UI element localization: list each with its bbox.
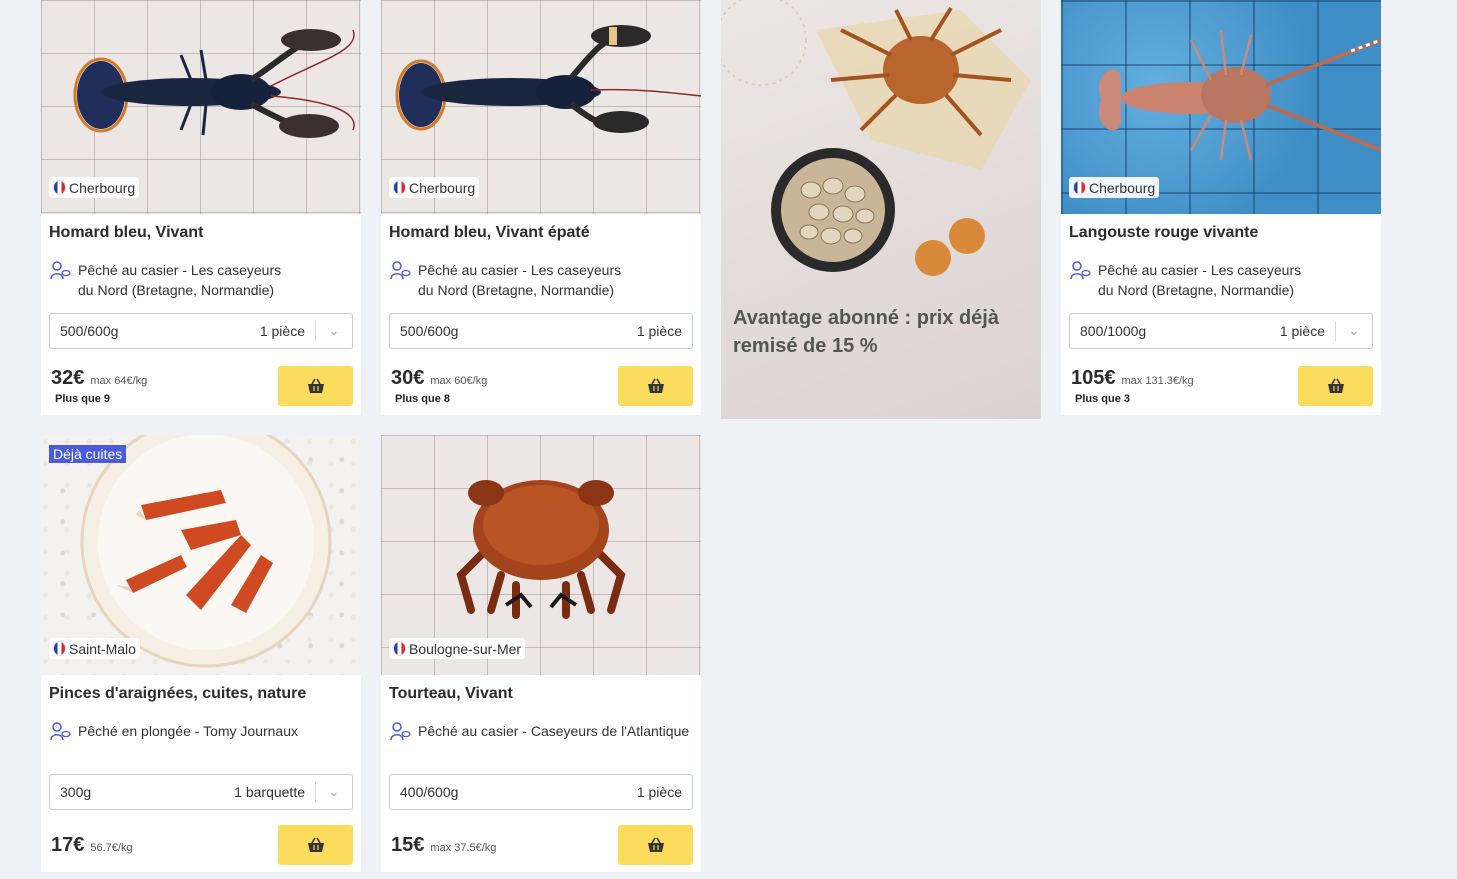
product-card[interactable]: Cherbourg Homard bleu, Vivant Pêché au c… — [41, 0, 361, 415]
france-flag-icon — [53, 641, 66, 656]
chevron-down-icon[interactable]: ⌄ — [315, 321, 352, 341]
quantity-label: 1 pièce — [1279, 323, 1325, 339]
price: 30€ — [391, 367, 425, 389]
quantity-label: 1 pièce — [259, 323, 305, 339]
origin-label: Cherbourg — [1089, 179, 1156, 196]
product-card[interactable]: Déjà cuites Saint-Malo Pinces d'araignée… — [41, 435, 361, 872]
origin-tag: Cherbourg — [49, 177, 140, 198]
fisherman-icon — [50, 722, 71, 741]
basket-icon — [307, 837, 324, 852]
catch-line: Pêché en plongée - Tomy Journaux — [78, 723, 298, 739]
product-title[interactable]: Homard bleu, Vivant épaté — [381, 224, 701, 246]
stock-label: Plus que 9 — [55, 393, 111, 405]
origin-label: Boulogne-sur-Mer — [409, 640, 522, 657]
origin-label: Cherbourg — [69, 179, 136, 196]
size-quantity-select[interactable]: 800/1000g 1 pièce ⌄ — [1069, 313, 1373, 349]
price-per-kg: max 64€/kg — [90, 375, 148, 387]
size-label: 300g — [60, 784, 92, 800]
catch-method: Pêché au casier - Les caseyeurs du Nord … — [1061, 260, 1381, 302]
size-label: 500/600g — [400, 323, 459, 339]
fisherman-icon — [390, 261, 411, 280]
cooked-badge: Déjà cuites — [49, 445, 127, 463]
quantity-label: 1 pièce — [636, 784, 682, 800]
product-card[interactable]: Boulogne-sur-Mer Tourteau, Vivant Pêché … — [381, 435, 701, 872]
product-title[interactable]: Pinces d'araignées, cuites, nature — [41, 685, 361, 707]
chevron-down-icon[interactable]: ⌄ — [315, 782, 352, 802]
origin-tag: Cherbourg — [389, 177, 480, 198]
size-label: 500/600g — [60, 323, 119, 339]
price: 105€ — [1071, 367, 1116, 389]
fisherman-icon — [390, 722, 411, 741]
size-quantity-select[interactable]: 500/600g 1 pièce — [389, 313, 693, 349]
catch-line: Pêché au casier - Les caseyeurs — [78, 262, 282, 278]
size-label: 400/600g — [400, 784, 459, 800]
product-title[interactable]: Tourteau, Vivant — [381, 685, 701, 707]
product-image[interactable]: Cherbourg — [41, 0, 361, 214]
catch-method: Pêché au casier - Les caseyeurs du Nord … — [381, 260, 701, 302]
fisherman-icon — [1070, 261, 1091, 280]
product-card[interactable]: Cherbourg Langouste rouge vivante Pêché … — [1061, 0, 1381, 415]
add-to-cart-button[interactable] — [1298, 366, 1373, 406]
subscriber-promo-banner[interactable]: Avantage abonné : prix déjà remisé de 15… — [721, 0, 1041, 419]
catch-method: Pêché au casier - Caseyeurs de l'Atlanti… — [381, 721, 701, 763]
catch-method: Pêché en plongée - Tomy Journaux — [41, 721, 361, 763]
add-to-cart-button[interactable] — [278, 825, 353, 865]
france-flag-icon — [393, 641, 406, 656]
basket-icon — [1327, 378, 1344, 393]
price: 17€ — [51, 834, 85, 856]
origin-tag: Boulogne-sur-Mer — [389, 638, 526, 659]
catch-line: Pêché au casier - Les caseyeurs — [1098, 262, 1302, 278]
add-to-cart-button[interactable] — [278, 366, 353, 406]
origin-tag: Cherbourg — [1069, 177, 1160, 198]
catch-line: Pêché au casier - Caseyeurs de l'Atlanti… — [418, 723, 690, 739]
fisherman-icon — [50, 261, 71, 280]
product-image[interactable]: Cherbourg — [1061, 0, 1381, 214]
quantity-label: 1 pièce — [636, 323, 682, 339]
size-label: 800/1000g — [1080, 323, 1147, 339]
add-to-cart-button[interactable] — [618, 366, 693, 406]
product-card[interactable]: Cherbourg Homard bleu, Vivant épaté Pêch… — [381, 0, 701, 415]
price: 32€ — [51, 367, 85, 389]
basket-icon — [307, 378, 324, 393]
product-image[interactable]: Déjà cuites Saint-Malo — [41, 435, 361, 675]
quantity-label: 1 barquette — [234, 784, 305, 800]
stock-label: Plus que 8 — [395, 393, 451, 405]
catch-line: du Nord (Bretagne, Normandie) — [418, 282, 615, 298]
price-per-kg: max 131.3€/kg — [1121, 375, 1194, 387]
catch-line: du Nord (Bretagne, Normandie) — [78, 282, 275, 298]
product-image[interactable]: Cherbourg — [381, 0, 701, 214]
size-quantity-select[interactable]: 300g 1 barquette ⌄ — [49, 774, 353, 810]
chevron-down-icon[interactable]: ⌄ — [1335, 321, 1372, 341]
price-per-kg: max 60€/kg — [430, 375, 488, 387]
stock-label: Plus que 3 — [1075, 393, 1131, 405]
product-title[interactable]: Langouste rouge vivante — [1061, 224, 1381, 246]
france-flag-icon — [1073, 180, 1086, 195]
promo-line: Avantage abonné : prix déjà — [733, 307, 999, 329]
catch-line: du Nord (Bretagne, Normandie) — [1098, 282, 1295, 298]
origin-label: Cherbourg — [409, 179, 476, 196]
promo-text: Avantage abonné : prix déjà remisé de 15… — [733, 304, 999, 360]
basket-icon — [647, 837, 664, 852]
catch-line: Pêché au casier - Les caseyeurs — [418, 262, 622, 278]
origin-label: Saint-Malo — [69, 640, 136, 657]
add-to-cart-button[interactable] — [618, 825, 693, 865]
product-title[interactable]: Homard bleu, Vivant — [41, 224, 361, 246]
price: 15€ — [391, 834, 425, 856]
promo-line: remisé de 15 % — [733, 335, 878, 357]
basket-icon — [647, 378, 664, 393]
size-quantity-select[interactable]: 500/600g 1 pièce ⌄ — [49, 313, 353, 349]
price-per-kg: 56.7€/kg — [90, 842, 133, 854]
france-flag-icon — [393, 180, 406, 195]
france-flag-icon — [53, 180, 66, 195]
origin-tag: Saint-Malo — [49, 638, 140, 659]
price-per-kg: max 37.5€/kg — [430, 842, 497, 854]
catch-method: Pêché au casier - Les caseyeurs du Nord … — [41, 260, 361, 302]
product-image[interactable]: Boulogne-sur-Mer — [381, 435, 701, 675]
size-quantity-select[interactable]: 400/600g 1 pièce — [389, 774, 693, 810]
